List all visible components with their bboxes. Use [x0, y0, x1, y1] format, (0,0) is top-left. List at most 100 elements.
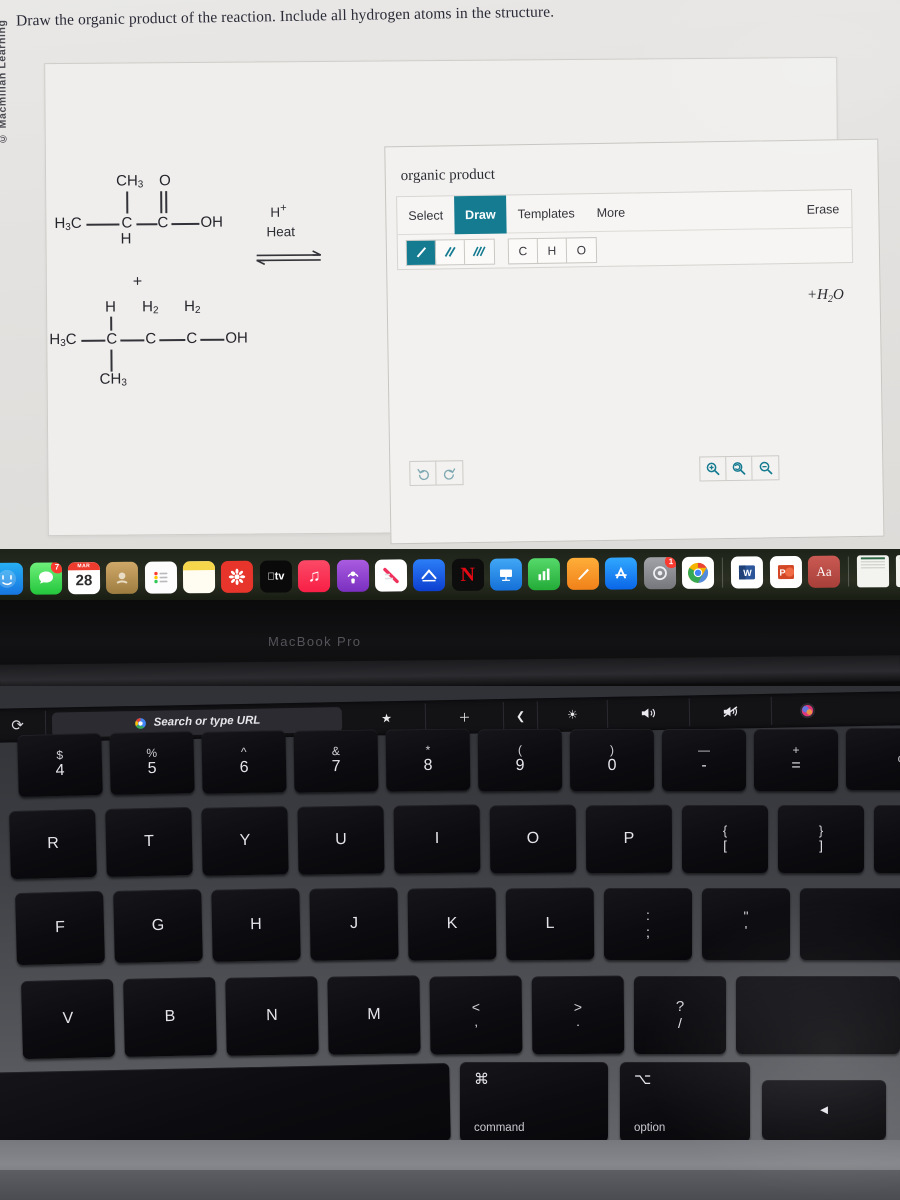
- triple-bond-tool[interactable]: [465, 239, 494, 263]
- undo-button[interactable]: [410, 461, 437, 486]
- key-h[interactable]: H: [211, 888, 301, 962]
- key-t-label: T: [143, 832, 155, 850]
- key-backslash[interactable]: [874, 805, 900, 873]
- key-7[interactable]: & 7: [293, 729, 379, 793]
- dock-item-podcasts[interactable]: [336, 559, 369, 592]
- key-semicolon[interactable]: : ;: [604, 888, 692, 960]
- key-0[interactable]: ) 0: [569, 728, 655, 792]
- dock-item-safari-alt[interactable]: [413, 559, 446, 592]
- key-delete[interactable]: de: [846, 728, 900, 790]
- tab-more[interactable]: More: [585, 193, 636, 232]
- key-quote[interactable]: " ': [702, 888, 790, 960]
- dock-item-music[interactable]: ♫: [298, 560, 331, 593]
- key-n-label: N: [266, 1006, 278, 1024]
- dock-item-netflix[interactable]: N: [451, 558, 484, 591]
- key-equals[interactable]: + =: [754, 729, 838, 791]
- key-9[interactable]: ( 9: [477, 728, 563, 792]
- key-g[interactable]: G: [113, 889, 203, 963]
- r2-bond-c2-methyl: [110, 349, 113, 372]
- key-k[interactable]: K: [407, 887, 497, 961]
- key-4[interactable]: $ 4: [17, 732, 103, 798]
- key-5[interactable]: % 5: [109, 731, 195, 795]
- dock-item-app-store[interactable]: [605, 557, 638, 590]
- element-button-oxygen[interactable]: O: [567, 238, 596, 262]
- element-button-group: C H O: [507, 236, 598, 264]
- key-slash[interactable]: ? /: [634, 976, 726, 1054]
- dock-item-messages[interactable]: 7: [29, 562, 62, 595]
- zoom-in-button[interactable]: [700, 457, 727, 481]
- key-minus-base: -: [701, 757, 707, 775]
- key-o[interactable]: O: [489, 804, 577, 874]
- key-j[interactable]: J: [309, 887, 399, 961]
- zoom-reset-button[interactable]: [726, 456, 753, 481]
- dock-item-microsoft-word[interactable]: W: [731, 556, 764, 589]
- r1-top-methyl: CH3: [116, 172, 144, 191]
- dock-item-apple-tv[interactable]: tv: [259, 560, 292, 593]
- dock-item-system-settings[interactable]: 1: [643, 557, 676, 590]
- key-command-right[interactable]: ⌘ command: [460, 1062, 608, 1142]
- key-bracket-left-shift: {: [722, 823, 728, 839]
- dock-item-google-chrome[interactable]: [681, 556, 715, 589]
- key-5-base: 5: [147, 760, 157, 778]
- dock-item-numbers[interactable]: [528, 558, 561, 591]
- element-button-hydrogen[interactable]: H: [537, 238, 568, 263]
- key-p[interactable]: P: [585, 804, 673, 874]
- redo-button[interactable]: [436, 461, 462, 484]
- dock-item-notes[interactable]: [182, 561, 216, 594]
- key-b-label: B: [164, 1007, 176, 1025]
- key-period[interactable]: > .: [531, 975, 625, 1055]
- dock-item-maps[interactable]: [106, 561, 139, 594]
- key-u[interactable]: U: [297, 805, 385, 875]
- key-i[interactable]: I: [393, 804, 481, 874]
- dock-item-reminders[interactable]: [144, 561, 177, 594]
- key-shift-right[interactable]: [736, 976, 900, 1054]
- key-f[interactable]: F: [15, 890, 105, 966]
- double-bond-tool[interactable]: [435, 239, 466, 265]
- reactant-1-structure: CH3 O H3C C C OH H: [54, 172, 285, 264]
- single-bond-tool[interactable]: [406, 240, 437, 265]
- tab-templates[interactable]: Templates: [506, 194, 586, 233]
- dock-item-microsoft-powerpoint[interactable]: P: [769, 555, 802, 589]
- dock-item-photos-red[interactable]: [221, 560, 254, 593]
- zoom-out-button[interactable]: [752, 456, 778, 479]
- dock-item-dictionary[interactable]: Aa: [807, 555, 841, 588]
- key-l[interactable]: L: [505, 887, 595, 961]
- drawing-canvas[interactable]: [397, 269, 857, 526]
- key-minus[interactable]: — -: [662, 729, 746, 791]
- dock-item-pages[interactable]: [566, 557, 599, 590]
- element-button-carbon[interactable]: C: [508, 238, 539, 263]
- key-bracket-right[interactable]: } ]: [778, 805, 864, 873]
- tab-select[interactable]: Select: [397, 196, 454, 235]
- key-6-shift: ^: [240, 745, 247, 760]
- key-spacebar[interactable]: [0, 1062, 451, 1152]
- key-arrow-left[interactable]: ◄: [762, 1080, 886, 1140]
- key-v[interactable]: V: [20, 978, 116, 1060]
- dictionary-label: Aa: [816, 563, 832, 579]
- r1-bond-methyl: [126, 191, 129, 214]
- key-return[interactable]: [800, 888, 900, 960]
- key-r[interactable]: R: [9, 808, 97, 880]
- dock-item-recent-document-1[interactable]: [857, 555, 890, 588]
- dock-item-finder[interactable]: [0, 562, 24, 596]
- key-b[interactable]: B: [123, 976, 217, 1058]
- key-v-label: V: [62, 1009, 74, 1027]
- music-note-icon: ♫: [307, 566, 321, 586]
- dock-item-calendar[interactable]: MAR 28: [67, 562, 101, 595]
- dock-item-keynote[interactable]: [489, 558, 523, 591]
- dock-item-news[interactable]: [374, 559, 408, 592]
- key-n[interactable]: N: [225, 976, 319, 1056]
- key-option-right[interactable]: ⌥ option: [620, 1062, 750, 1142]
- widget-title: organic product: [400, 166, 496, 185]
- key-8[interactable]: * 8: [385, 728, 471, 792]
- key-comma[interactable]: < ,: [429, 975, 523, 1055]
- key-t[interactable]: T: [105, 807, 193, 877]
- key-m[interactable]: M: [327, 975, 421, 1055]
- tab-draw[interactable]: Draw: [453, 195, 507, 235]
- dock-item-recent-document-2[interactable]: [895, 554, 900, 588]
- key-bracket-left[interactable]: { [: [682, 805, 768, 873]
- erase-button[interactable]: Erase: [806, 190, 840, 229]
- key-minus-shift: —: [698, 743, 710, 758]
- key-6[interactable]: ^ 6: [201, 730, 287, 794]
- r1-carbonyl-oxygen: O: [159, 172, 171, 190]
- key-y[interactable]: Y: [201, 806, 289, 876]
